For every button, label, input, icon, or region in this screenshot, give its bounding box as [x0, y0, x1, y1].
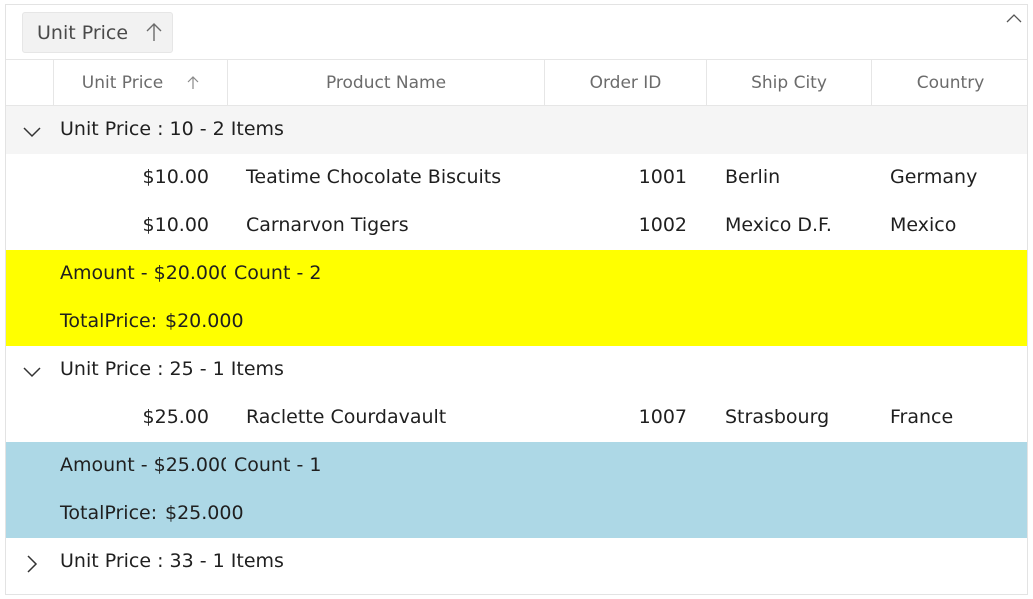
group-summary-row: Amount - $25.000 Count - 1 — [6, 442, 1027, 490]
group-header-row[interactable]: Unit Price : 25 - 1 Items — [6, 346, 1027, 394]
group-title: Unit Price : 33 - 1 Items — [60, 550, 284, 572]
cell-country: Mexico — [890, 214, 957, 236]
cell-product-name: Carnarvon Tigers — [246, 214, 409, 236]
summary-total-label: TotalPrice: — [60, 310, 158, 332]
table-row[interactable]: $10.00 Carnarvon Tigers 1002 Mexico D.F.… — [6, 202, 1027, 250]
cell-order-id: 1002 — [638, 214, 687, 236]
cell-product-name: Teatime Chocolate Biscuits — [246, 166, 502, 188]
group-summary-row: TotalPrice: $20.000 — [6, 298, 1027, 346]
summary-total-value: $20.000 — [165, 310, 244, 332]
group-chip-label: Unit Price — [37, 22, 129, 44]
chevron-right-icon[interactable] — [22, 554, 42, 574]
chevron-down-icon[interactable] — [22, 122, 42, 142]
cell-order-id: 1007 — [638, 406, 687, 428]
column-header-row: Unit Price Product Name Order ID Ship Ci… — [6, 59, 1027, 106]
group-title: Unit Price : 25 - 1 Items — [60, 358, 284, 380]
group-summary-row: TotalPrice: $25.000 — [6, 490, 1027, 538]
group-summary-row: Amount - $20.000 Count - 2 — [6, 250, 1027, 298]
header-unit-price[interactable]: Unit Price — [53, 60, 227, 105]
group-header-row[interactable]: Unit Price : 33 - 1 Items — [6, 538, 1027, 586]
data-grid: Unit Price Unit Price Product Name Order… — [5, 4, 1028, 595]
summary-total-label: TotalPrice: — [60, 502, 158, 524]
table-row[interactable]: $10.00 Teatime Chocolate Biscuits 1001 B… — [6, 154, 1027, 202]
cell-order-id: 1001 — [638, 166, 687, 188]
cell-ship-city: Mexico D.F. — [725, 214, 832, 236]
cell-product-name: Raclette Courdavault — [246, 406, 447, 428]
header-country[interactable]: Country — [871, 60, 1027, 105]
cell-ship-city: Berlin — [725, 166, 781, 188]
header-unit-price-label: Unit Price — [81, 72, 164, 93]
cell-country: Germany — [890, 166, 978, 188]
header-ship-city[interactable]: Ship City — [706, 60, 871, 105]
arrow-up-icon — [146, 23, 162, 41]
chevron-down-icon[interactable] — [22, 362, 42, 382]
indent-header-cell — [6, 60, 53, 105]
summary-count: Count - 1 — [234, 454, 322, 476]
summary-amount: Amount - $25.000 — [60, 454, 226, 476]
group-header-row[interactable]: Unit Price : 10 - 2 Items — [6, 106, 1027, 154]
group-title: Unit Price : 10 - 2 Items — [60, 118, 284, 140]
cell-unit-price: $10.00 — [142, 214, 209, 236]
cell-unit-price: $10.00 — [142, 166, 209, 188]
summary-amount: Amount - $20.000 — [60, 262, 226, 284]
header-order-id-label: Order ID — [589, 72, 662, 93]
header-order-id[interactable]: Order ID — [544, 60, 706, 105]
sort-ascending-icon — [187, 75, 199, 89]
header-country-label: Country — [916, 72, 985, 93]
table-row[interactable]: $25.00 Raclette Courdavault 1007 Strasbo… — [6, 394, 1027, 442]
summary-count: Count - 2 — [234, 262, 322, 284]
group-chip-unit-price[interactable]: Unit Price — [22, 12, 173, 53]
group-drop-area: Unit Price — [6, 5, 1027, 59]
chevron-up-icon[interactable] — [1006, 12, 1022, 24]
header-product-name[interactable]: Product Name — [227, 60, 544, 105]
cell-country: France — [890, 406, 954, 428]
summary-total-value: $25.000 — [165, 502, 244, 524]
header-ship-city-label: Ship City — [751, 72, 827, 93]
cell-ship-city: Strasbourg — [725, 406, 830, 428]
cell-unit-price: $25.00 — [142, 406, 209, 428]
header-product-name-label: Product Name — [325, 72, 447, 93]
